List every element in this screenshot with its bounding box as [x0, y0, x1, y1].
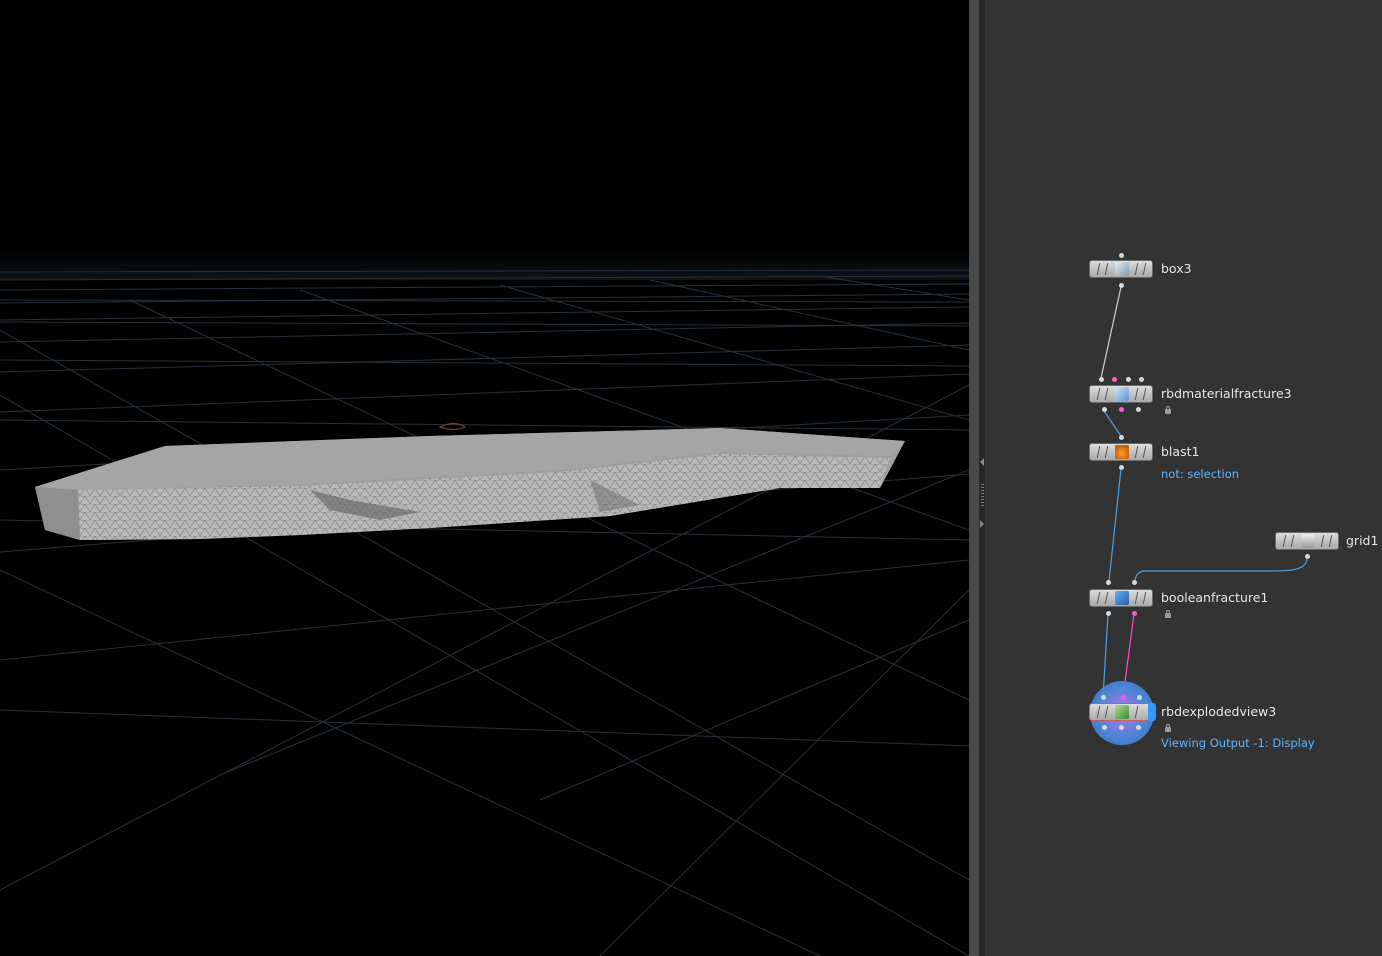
booleanfracture1-output-port-2[interactable] — [1132, 611, 1137, 616]
boolean-fracture-icon — [1115, 591, 1129, 605]
floor-grid — [0, 269, 969, 956]
node-comment-rbdexplodedview3: Viewing Output -1: Display — [1161, 736, 1315, 750]
exploded-view-icon — [1115, 705, 1129, 719]
rbd-material-fracture-icon — [1115, 387, 1129, 401]
scene-viewport[interactable] — [0, 0, 969, 956]
booleanfracture1-input-port-2[interactable] — [1132, 580, 1137, 585]
rbdexplodedview3-output-port-2[interactable] — [1119, 725, 1124, 730]
box3-output-port[interactable] — [1119, 283, 1124, 288]
grid-icon — [1301, 534, 1315, 548]
booleanfracture1-input-port[interactable] — [1106, 580, 1111, 585]
lock-icon — [1165, 724, 1171, 732]
rbdmaterialfracture3-input-port[interactable] — [1099, 377, 1104, 382]
rbdexplodedview3-output-port[interactable] — [1102, 725, 1107, 730]
node-box3[interactable] — [1089, 260, 1153, 278]
box-icon — [1115, 262, 1129, 276]
blast1-output-port[interactable] — [1119, 465, 1124, 470]
node-label-blast1: blast1 — [1161, 444, 1200, 459]
node-label-booleanfracture1: booleanfracture1 — [1161, 590, 1269, 605]
network-editor[interactable]: box3 rbdmaterialfracture3 blast1 not: se… — [985, 0, 1382, 956]
grid1-output-port[interactable] — [1305, 554, 1310, 559]
pane-splitter[interactable] — [969, 0, 985, 956]
rbdmaterialfracture3-output-port[interactable] — [1102, 407, 1107, 412]
node-grid1[interactable] — [1275, 532, 1339, 550]
rbdmaterialfracture3-input-port-4[interactable] — [1139, 377, 1144, 382]
fractured-slab-geometry — [35, 422, 905, 540]
rbdexplodedview3-input-port-3[interactable] — [1137, 695, 1142, 700]
node-label-rbdmaterialfracture3: rbdmaterialfracture3 — [1161, 386, 1292, 401]
grip-icon[interactable] — [981, 484, 984, 506]
rbdmaterialfracture3-output-port-3[interactable] — [1136, 407, 1141, 412]
lock-icon — [1165, 406, 1171, 414]
rbdexplodedview3-input-port-2[interactable] — [1121, 695, 1126, 700]
rbdexplodedview3-input-port[interactable] — [1101, 695, 1106, 700]
node-label-box3: box3 — [1161, 261, 1192, 276]
node-rbdmaterialfracture3[interactable] — [1089, 385, 1153, 403]
node-label-grid1: grid1 — [1346, 533, 1379, 548]
rbdmaterialfracture3-input-port-2[interactable] — [1112, 377, 1117, 382]
collapse-left-icon[interactable] — [980, 458, 984, 466]
node-comment-blast1: not: selection — [1161, 467, 1240, 481]
rbdmaterialfracture3-input-port-3[interactable] — [1126, 377, 1131, 382]
splitter-bar — [969, 0, 980, 956]
viewport-canvas — [0, 250, 969, 956]
lock-icon — [1165, 610, 1171, 618]
booleanfracture1-output-port[interactable] — [1106, 611, 1111, 616]
rbdexplodedview3-output-port-3[interactable] — [1136, 725, 1141, 730]
node-rbdexplodedview3[interactable] — [1089, 703, 1153, 721]
rbdmaterialfracture3-output-port-2[interactable] — [1119, 407, 1124, 412]
node-booleanfracture1[interactable] — [1089, 589, 1153, 607]
collapse-right-icon[interactable] — [980, 520, 984, 528]
node-blast1[interactable] — [1089, 443, 1153, 461]
blast-icon — [1115, 445, 1129, 459]
box3-input-port[interactable] — [1119, 253, 1124, 258]
display-flag[interactable] — [1148, 703, 1156, 721]
blast1-input-port[interactable] — [1119, 435, 1124, 440]
node-label-rbdexplodedview3: rbdexplodedview3 — [1161, 704, 1277, 719]
